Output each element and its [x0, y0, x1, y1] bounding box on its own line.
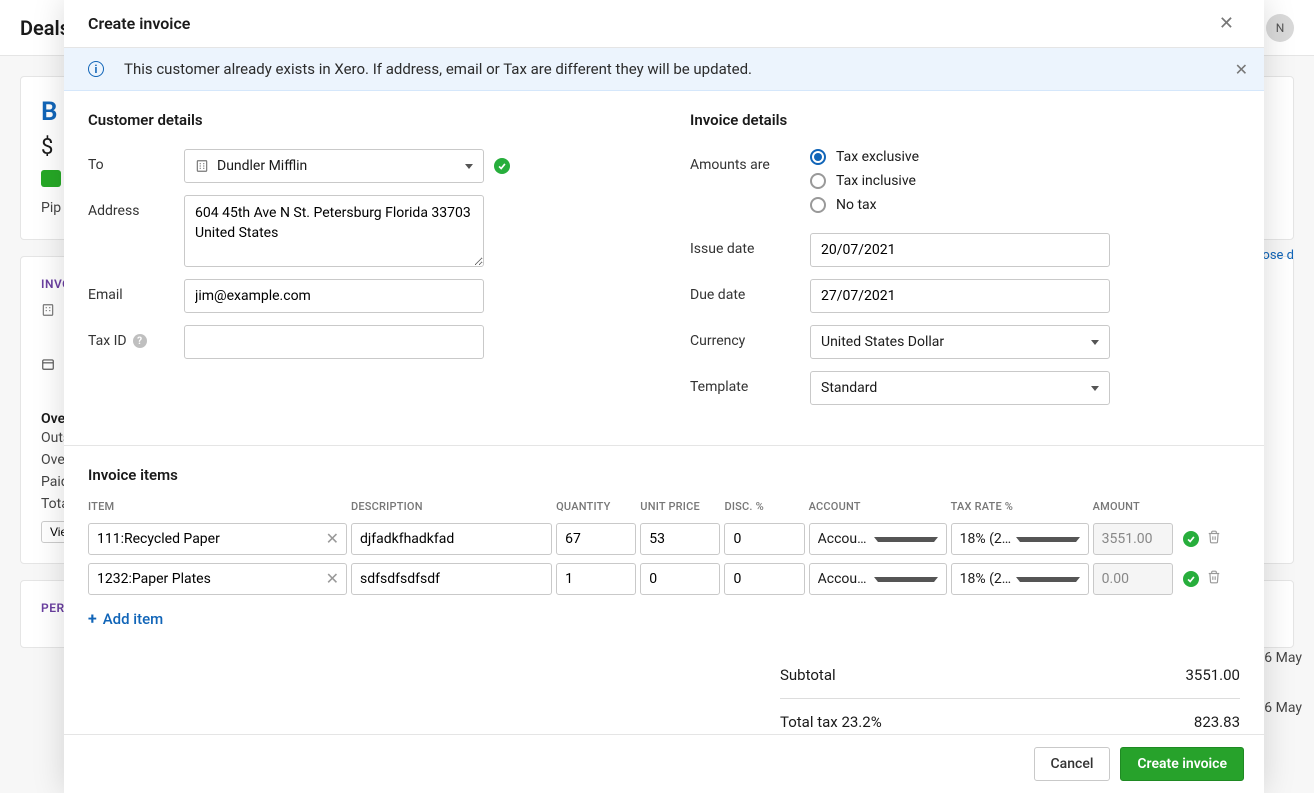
- issue-date-label: Issue date: [690, 233, 810, 257]
- radio-dot-icon: [810, 149, 826, 165]
- caret-down-icon: [874, 577, 938, 582]
- to-select[interactable]: Dundler Mifflin: [184, 149, 484, 183]
- item-amount-display: [1093, 523, 1173, 555]
- modal-title: Create invoice: [88, 14, 190, 33]
- item-taxrate-select[interactable]: 18% (23.2%): [951, 523, 1089, 555]
- invoice-heading: Invoice details: [690, 111, 1240, 129]
- address-textarea[interactable]: 604 45th Ave N St. Petersburg Florida 33…: [184, 195, 484, 267]
- due-date-label: Due date: [690, 279, 810, 303]
- info-banner: i This customer already exists in Xero. …: [64, 48, 1264, 91]
- info-banner-text: This customer already exists in Xero. If…: [124, 60, 752, 78]
- item-code-input[interactable]: [88, 563, 347, 595]
- item-code-input[interactable]: [88, 523, 347, 555]
- modal-body: Customer details To Dundler Mifflin: [64, 91, 1264, 734]
- building-icon: [195, 159, 209, 173]
- item-account-select[interactable]: Accounts Pa…: [809, 563, 947, 595]
- item-amount-display: [1093, 563, 1173, 595]
- add-item-button[interactable]: + Add item: [88, 609, 1240, 628]
- totaltax-label: Total tax 23.2%: [780, 713, 882, 731]
- delete-row-button[interactable]: [1207, 569, 1221, 589]
- item-disc-input[interactable]: [724, 563, 804, 595]
- caret-down-icon: [1016, 577, 1080, 582]
- col-desc-header: DESCRIPTION: [351, 494, 556, 519]
- help-icon[interactable]: ?: [133, 334, 147, 348]
- due-date-input[interactable]: [810, 279, 1110, 313]
- customer-heading: Customer details: [88, 111, 638, 129]
- bg-nav-title: Deals: [20, 16, 70, 40]
- radio-tax-inclusive[interactable]: Tax inclusive: [810, 173, 919, 189]
- clear-item-button[interactable]: ✕: [324, 527, 341, 551]
- to-label: To: [88, 149, 184, 173]
- item-disc-input[interactable]: [724, 523, 804, 555]
- col-qty-header: QUANTITY: [556, 494, 640, 519]
- customer-details-section: Customer details To Dundler Mifflin: [88, 111, 678, 417]
- bg-avatar[interactable]: N: [1266, 14, 1294, 42]
- items-table: ITEM DESCRIPTION QUANTITY UNIT PRICE DIS…: [88, 494, 1240, 599]
- modal-close-button[interactable]: ✕: [1213, 9, 1240, 38]
- item-row: ✕ Accounts Pa… 18% (23.2%): [88, 519, 1240, 559]
- issue-date-input[interactable]: [810, 233, 1110, 267]
- currency-select[interactable]: United States Dollar: [810, 325, 1110, 359]
- taxid-label: Tax ID ?: [88, 325, 184, 349]
- taxid-input[interactable]: [184, 325, 484, 359]
- item-price-input[interactable]: [640, 563, 720, 595]
- radio-dot-icon: [810, 197, 826, 213]
- col-account-header: ACCOUNT: [809, 494, 951, 519]
- clear-item-button[interactable]: ✕: [324, 567, 341, 591]
- check-circle-icon: [494, 158, 510, 174]
- row-check-icon: [1183, 531, 1199, 547]
- radio-tax-exclusive[interactable]: Tax exclusive: [810, 149, 919, 165]
- caret-down-icon: [1091, 386, 1099, 391]
- col-amount-header: AMOUNT: [1093, 494, 1177, 519]
- item-desc-input[interactable]: [351, 523, 552, 555]
- item-row: ✕ Accounts Pa… 18% (23.2%): [88, 559, 1240, 599]
- row-check-icon: [1183, 571, 1199, 587]
- caret-down-icon: [874, 537, 938, 542]
- create-invoice-button[interactable]: Create invoice: [1120, 747, 1244, 781]
- caret-down-icon: [1091, 340, 1099, 345]
- subtotal-value: 3551.00: [1185, 666, 1240, 684]
- item-qty-input[interactable]: [556, 523, 636, 555]
- totaltax-value: 823.83: [1194, 713, 1240, 731]
- item-desc-input[interactable]: [351, 563, 552, 595]
- amounts-label: Amounts are: [690, 149, 810, 173]
- col-item-header: ITEM: [88, 494, 351, 519]
- building-icon: [41, 303, 55, 317]
- item-price-input[interactable]: [640, 523, 720, 555]
- bg-chip: [41, 170, 61, 187]
- radio-no-tax[interactable]: No tax: [810, 197, 919, 213]
- calendar-icon: [41, 357, 55, 371]
- delete-row-button[interactable]: [1207, 529, 1221, 549]
- cancel-button[interactable]: Cancel: [1034, 747, 1111, 781]
- radio-dot-icon: [810, 173, 826, 189]
- template-label: Template: [690, 371, 810, 395]
- template-select[interactable]: Standard: [810, 371, 1110, 405]
- invoice-items-section: Invoice items ITEM DESCRIPTION QUANTITY …: [64, 445, 1264, 734]
- email-input[interactable]: [184, 279, 484, 313]
- items-heading: Invoice items: [88, 466, 1240, 484]
- amounts-radio-group: Tax exclusive Tax inclusive No tax: [810, 149, 919, 221]
- plus-icon: +: [88, 609, 97, 628]
- col-rate-header: TAX RATE %: [951, 494, 1093, 519]
- item-taxrate-select[interactable]: 18% (23.2%): [951, 563, 1089, 595]
- invoice-details-section: Invoice details Amounts are Tax exclusiv…: [678, 111, 1240, 417]
- item-qty-input[interactable]: [556, 563, 636, 595]
- banner-close-button[interactable]: ✕: [1235, 60, 1248, 80]
- col-disc-header: DISC. %: [724, 494, 808, 519]
- email-label: Email: [88, 279, 184, 303]
- totals-block: Subtotal 3551.00 Total tax 23.2% 823.83 …: [780, 658, 1240, 734]
- item-account-select[interactable]: Accounts Pa…: [809, 523, 947, 555]
- caret-down-icon: [1016, 537, 1080, 542]
- modal-header: Create invoice ✕: [64, 0, 1264, 48]
- caret-down-icon: [465, 164, 473, 169]
- create-invoice-modal: Create invoice ✕ i This customer already…: [64, 0, 1264, 793]
- modal-footer: Cancel Create invoice: [64, 734, 1264, 793]
- currency-label: Currency: [690, 325, 810, 349]
- address-label: Address: [88, 195, 184, 219]
- col-price-header: UNIT PRICE: [640, 494, 724, 519]
- to-value: Dundler Mifflin: [217, 158, 307, 174]
- subtotal-label: Subtotal: [780, 666, 836, 684]
- info-icon: i: [88, 61, 104, 77]
